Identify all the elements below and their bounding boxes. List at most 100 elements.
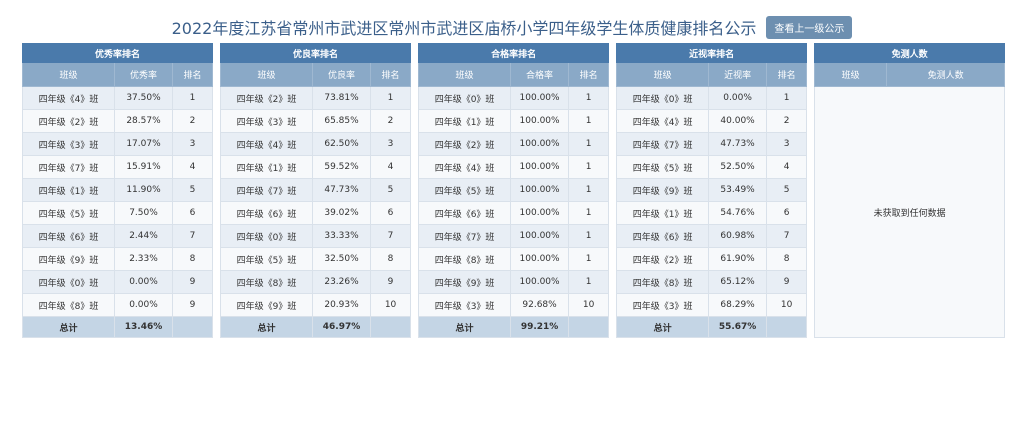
class-name-cell: 四年级《6》班 [418,201,512,225]
rank-cell: 3 [171,132,214,156]
rate-cell: 0.00% [114,293,173,317]
table-row: 四年级《0》班 33.33% 7 [220,224,412,248]
rate-cell: 20.93% [312,293,372,317]
good-rate-table: 优良率排名 班级 优良率 排名 四年级《2》班 73.81% 1 四年级《3》班 65.… [220,43,412,338]
column-header: 排名 [766,62,808,87]
total-rank [370,316,412,338]
class-name-cell: 四年级《4》班 [220,132,314,156]
total-row: 总计 13.46% [22,316,214,338]
rank-cell: 4 [370,155,412,179]
empty-message: 未获取到任何数据 [814,86,1006,338]
total-row: 总计 46.97% [220,316,412,338]
table-row: 四年级《3》班 92.68% 10 [418,293,610,317]
class-name-cell: 四年级《3》班 [616,293,710,317]
rank-cell: 1 [568,178,610,202]
class-name-cell: 四年级《6》班 [22,224,115,248]
rate-cell: 33.33% [312,224,372,248]
pass-rate-table: 合格率排名 班级 合格率 排名 四年级《0》班 100.00% 1 四年级《1》班 10… [418,43,610,338]
rank-cell: 8 [171,247,214,271]
table-row: 四年级《6》班 60.98% 7 [616,224,808,248]
rate-cell: 100.00% [510,86,570,110]
table-caption: 合格率排名 [418,43,610,63]
tables-container: 优秀率排名 班级 优秀率 排名 四年级《4》班 37.50% 1 四年级《2》班 28.… [21,43,1006,338]
column-header: 班级 [220,62,314,87]
class-name-cell: 四年级《2》班 [418,132,512,156]
class-name-cell: 四年级《7》班 [220,178,314,202]
column-header: 班级 [418,62,512,87]
rank-cell: 5 [171,178,214,202]
table-row: 四年级《9》班 53.49% 5 [616,178,808,202]
rate-cell: 60.98% [708,224,768,248]
rate-cell: 62.50% [312,132,372,156]
table-row: 四年级《2》班 73.81% 1 [220,86,412,110]
rate-cell: 7.50% [114,201,173,225]
rate-cell: 65.12% [708,270,768,294]
total-label: 总计 [616,316,710,338]
rate-cell: 0.00% [708,86,768,110]
table-row: 四年级《0》班 0.00% 9 [22,270,214,294]
rank-cell: 2 [370,109,412,133]
column-header: 排名 [370,62,412,87]
rank-cell: 1 [568,224,610,248]
exempt-count-table: 免测人数 班级 免测人数 未获取到任何数据 [814,43,1006,338]
class-name-cell: 四年级《7》班 [616,132,710,156]
rank-cell: 6 [370,201,412,225]
class-name-cell: 四年级《5》班 [22,201,115,225]
table-row: 四年级《1》班 54.76% 6 [616,201,808,225]
rate-cell: 52.50% [708,155,768,179]
rate-cell: 32.50% [312,247,372,271]
class-name-cell: 四年级《4》班 [418,155,512,179]
rank-cell: 7 [766,224,808,248]
rank-cell: 6 [766,201,808,225]
column-header: 合格率 [510,62,570,87]
column-header: 排名 [568,62,610,87]
table-caption: 优秀率排名 [21,43,214,63]
rank-cell: 1 [568,155,610,179]
class-name-cell: 四年级《8》班 [418,247,512,271]
table-row: 四年级《0》班 0.00% 1 [616,86,808,110]
class-name-cell: 四年级《5》班 [418,178,512,202]
class-name-cell: 四年级《2》班 [22,109,115,133]
rate-cell: 2.33% [114,247,173,271]
class-name-cell: 四年级《3》班 [220,109,314,133]
rank-cell: 6 [171,201,214,225]
rate-cell: 40.00% [708,109,768,133]
class-name-cell: 四年级《1》班 [220,155,314,179]
table-row: 四年级《9》班 20.93% 10 [220,293,412,317]
excellent-rate-table: 优秀率排名 班级 优秀率 排名 四年级《4》班 37.50% 1 四年级《2》班 28.… [21,43,214,338]
column-header: 班级 [616,62,710,87]
class-name-cell: 四年级《8》班 [220,270,314,294]
rate-cell: 15.91% [114,155,173,179]
column-header: 班级 [814,62,888,87]
rank-cell: 10 [766,293,808,317]
rate-cell: 54.76% [708,201,768,225]
total-value: 99.21% [510,316,570,338]
table-row: 四年级《7》班 47.73% 5 [220,178,412,202]
rate-cell: 100.00% [510,109,570,133]
rank-cell: 8 [370,247,412,271]
table-row: 四年级《6》班 39.02% 6 [220,201,412,225]
rank-cell: 9 [766,270,808,294]
total-row: 总计 99.21% [418,316,610,338]
rate-cell: 65.85% [312,109,372,133]
total-row: 总计 55.67% [616,316,808,338]
class-name-cell: 四年级《9》班 [418,270,512,294]
rate-cell: 2.44% [114,224,173,248]
rank-cell: 1 [568,247,610,271]
class-name-cell: 四年级《2》班 [220,86,314,110]
total-value: 46.97% [312,316,372,338]
view-parent-button[interactable]: 查看上一级公示 [766,15,853,39]
rate-cell: 0.00% [114,270,173,294]
table-row: 四年级《1》班 100.00% 1 [418,109,610,133]
class-name-cell: 四年级《0》班 [220,224,314,248]
rank-cell: 10 [370,293,412,317]
rank-cell: 4 [171,155,214,179]
column-header: 近视率 [708,62,768,87]
rank-cell: 3 [766,132,808,156]
table-row: 四年级《2》班 28.57% 2 [22,109,214,133]
rank-cell: 9 [171,270,214,294]
rate-cell: 23.26% [312,270,372,294]
rank-cell: 10 [568,293,610,317]
table-row: 四年级《7》班 15.91% 4 [22,155,214,179]
table-caption: 免测人数 [814,43,1006,63]
